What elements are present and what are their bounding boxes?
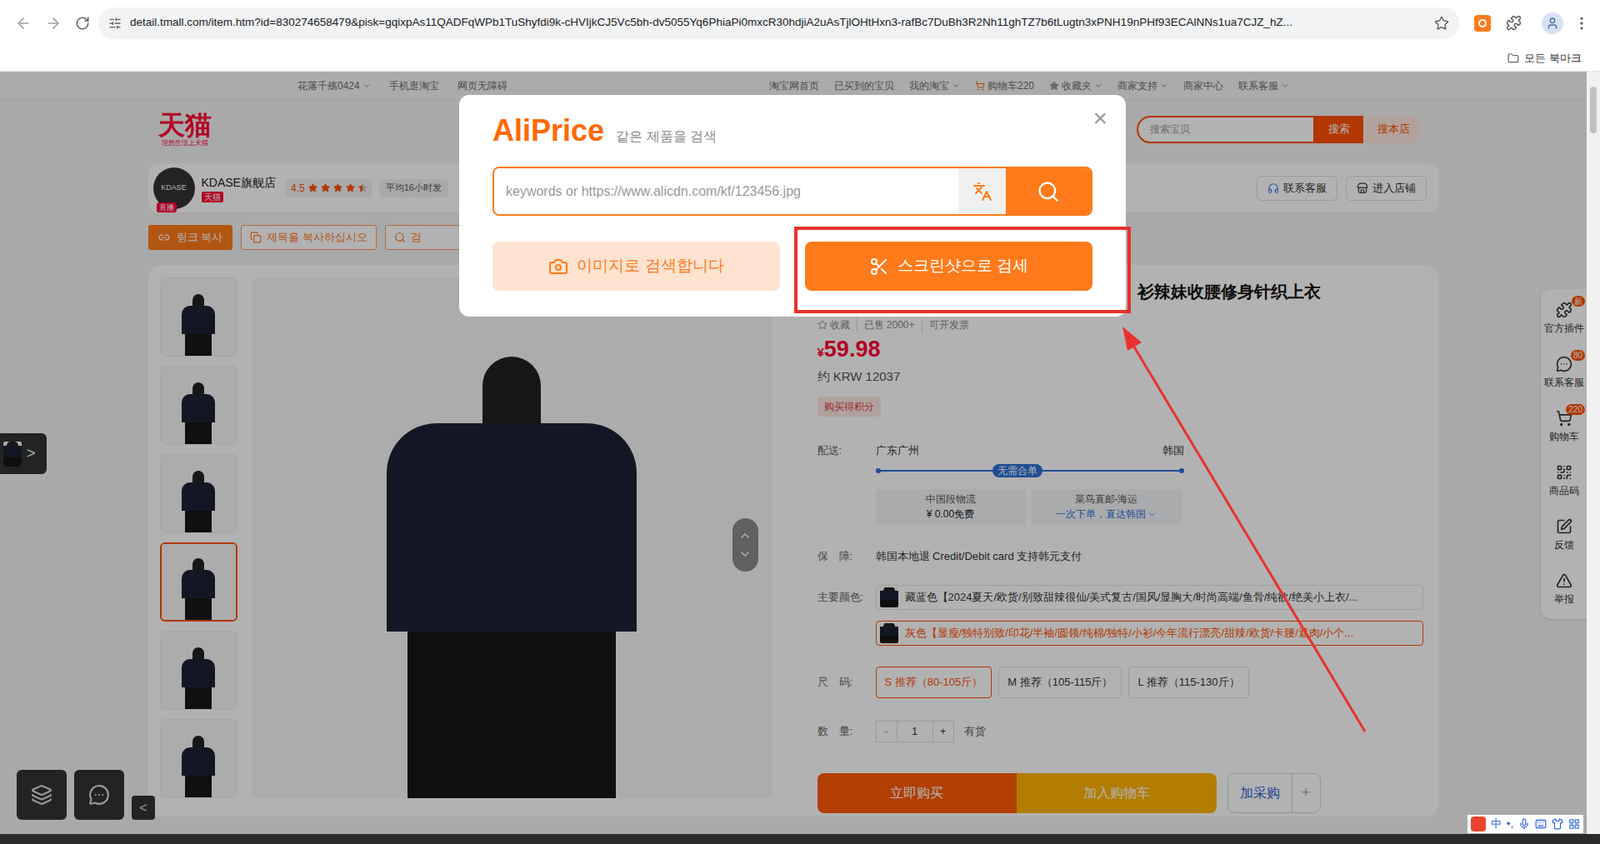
profile-icon <box>1545 16 1560 30</box>
bookmark-star-icon[interactable] <box>1434 15 1450 31</box>
modal-search-button[interactable] <box>1005 168 1091 215</box>
screenshot-search-button[interactable]: 스크린샷으로 검세 <box>805 241 1093 291</box>
taskbar <box>0 834 1600 844</box>
ime-mode[interactable]: 中 <box>1490 815 1502 833</box>
page-viewport: 花落千殇0424手机逛淘宝网页无障碍淘宝网首页已买到的宝贝我的淘宝购物车220收… <box>0 71 1600 835</box>
keyboard-icon[interactable] <box>1535 818 1547 830</box>
scissors-icon <box>869 256 890 277</box>
image-search-button[interactable]: 이미지로 검색합니다 <box>492 241 780 291</box>
scrollbar[interactable] <box>1586 71 1600 835</box>
search-icon <box>1036 180 1060 204</box>
modal-actions: 이미지로 검색합니다 스크린샷으로 검세 <box>492 241 1093 291</box>
close-button[interactable]: × <box>1092 103 1108 134</box>
profile-avatar[interactable] <box>1541 12 1564 35</box>
aliprice-logo: AliPrice <box>492 113 605 149</box>
extensions-icon[interactable] <box>1505 15 1522 31</box>
mic-icon[interactable] <box>1518 818 1530 830</box>
aliprice-extension-icon[interactable] <box>1474 15 1491 32</box>
back-icon[interactable] <box>15 15 32 32</box>
all-bookmarks[interactable]: 모든 북마크 <box>1524 50 1582 67</box>
modal-search-input[interactable] <box>494 168 959 215</box>
screen: detail.tmall.com/item.htm?id=83027465847… <box>0 0 1600 844</box>
modal-header: AliPrice 같은 제품을 검색 <box>459 95 1126 149</box>
page: 花落千殇0424手机逛淘宝网页无障碍淘宝网首页已买到的宝贝我的淘宝购物车220收… <box>0 71 1587 835</box>
translate-button[interactable] <box>958 168 1006 215</box>
site-info-icon[interactable] <box>108 16 122 30</box>
folder-icon[interactable] <box>1507 52 1520 65</box>
browser-toolbar: detail.tmall.com/item.htm?id=83027465847… <box>0 0 1600 46</box>
scrollbar-thumb[interactable] <box>1590 86 1597 134</box>
translate-icon <box>972 181 993 202</box>
url-text[interactable]: detail.tmall.com/item.htm?id=83027465847… <box>130 14 1426 31</box>
highlight-box <box>794 226 1131 314</box>
forward-icon[interactable] <box>45 15 62 32</box>
ime-logo-icon[interactable] <box>1470 816 1486 832</box>
toolbox-icon[interactable] <box>1568 818 1580 830</box>
modal-search <box>492 166 1093 216</box>
skin-icon[interactable] <box>1551 818 1564 830</box>
modal-subtitle: 같은 제품을 검색 <box>615 126 717 147</box>
camera-icon <box>548 256 569 277</box>
menu-icon[interactable] <box>1573 15 1590 32</box>
reload-icon[interactable] <box>75 15 90 31</box>
ime-toolbar: 中•, <box>1467 815 1584 834</box>
button-label: 스크린샷으로 검세 <box>897 254 1029 279</box>
extension-mark-icon <box>1478 19 1487 28</box>
address-bar[interactable]: detail.tmall.com/item.htm?id=83027465847… <box>98 7 1460 40</box>
aliprice-modal: AliPrice 같은 제품을 검색 × 이미지로 검색합니다 스크린샷으로 검세 <box>459 95 1126 317</box>
button-label: 이미지로 검색합니다 <box>576 254 724 279</box>
ime-punctuation[interactable]: •, <box>1506 815 1514 833</box>
bookmarks-bar: 모든 북마크 <box>0 45 1600 72</box>
